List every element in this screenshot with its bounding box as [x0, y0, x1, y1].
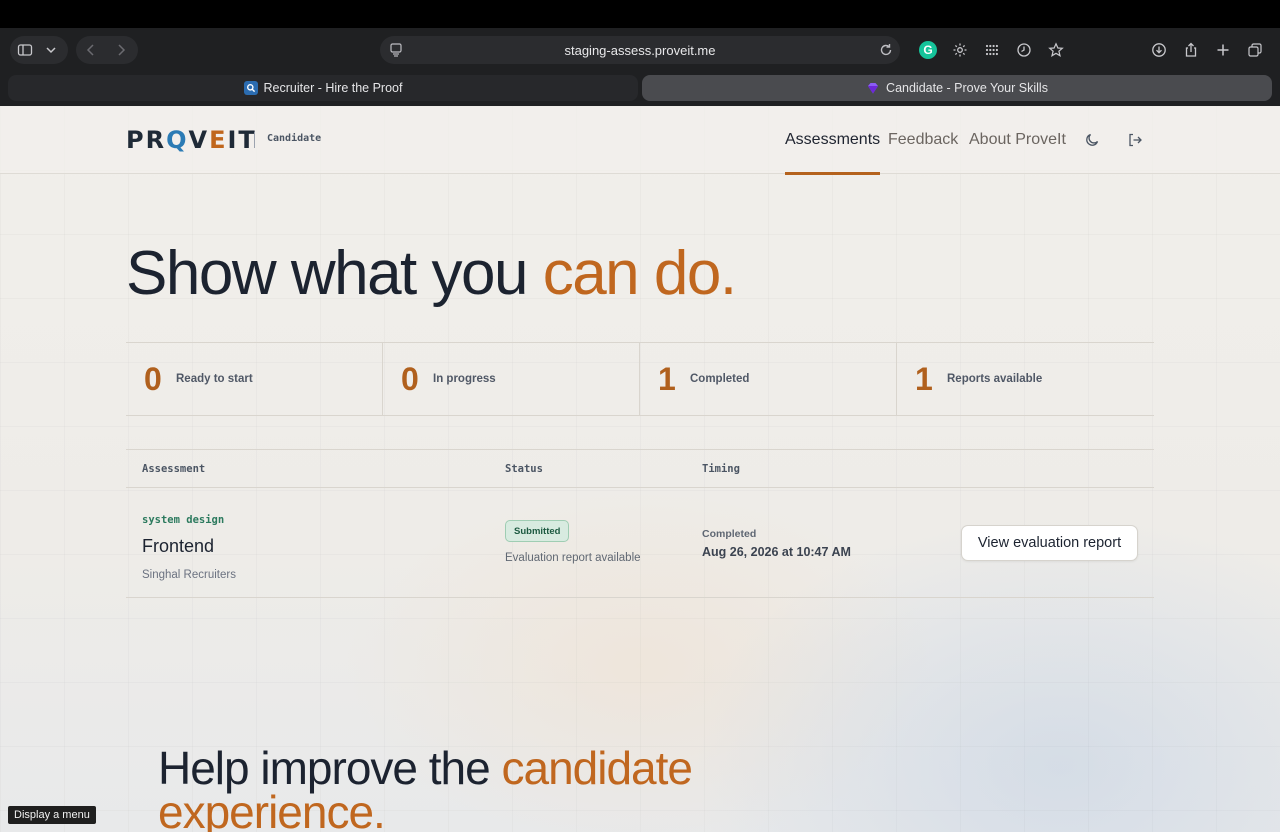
magnifier-badge-icon [243, 81, 258, 95]
feedback-heading-accent: candidate [501, 742, 693, 794]
extensions-group: G [912, 36, 1072, 64]
logo-magnifier-letter: Q [166, 126, 189, 154]
logo-divider [254, 132, 255, 148]
tab-recruiter[interactable]: Recruiter - Hire the Proof [8, 75, 638, 101]
timing-label: Completed [702, 528, 757, 540]
chevron-down-icon[interactable] [40, 36, 62, 64]
status-badge: Submitted [505, 520, 570, 542]
proveit-logo[interactable]: PR Q V E IT [126, 126, 257, 154]
assessment-company: Singhal Recruiters [142, 569, 236, 581]
reload-icon[interactable] [878, 42, 894, 58]
history-nav-group [76, 36, 138, 64]
share-icon[interactable] [1175, 36, 1207, 64]
system-menu-bar [0, 0, 1280, 28]
timing-value: Aug 26, 2026 at 10:47 AM [702, 545, 851, 559]
page-menu-icon[interactable] [388, 42, 404, 58]
bookmark-star-icon[interactable] [1040, 36, 1072, 64]
hero-accent: can do. [542, 239, 737, 308]
nav-label: About ProveIt [969, 131, 1066, 148]
site-header: PR Q V E IT Candidate Assessments Feedback A… [0, 106, 1280, 175]
feedback-heading: Help improve the candidate experience. [158, 745, 693, 832]
stats-bar: 0 Ready to start 0 In progress 1 Complet… [126, 342, 1154, 416]
tab-candidate[interactable]: Candidate - Prove Your Skills [642, 75, 1272, 101]
moon-icon[interactable] [1084, 132, 1100, 148]
nav-about[interactable]: About ProveIt [969, 106, 1066, 174]
stat-value: 1 [658, 360, 676, 397]
grammarly-icon[interactable]: G [912, 36, 944, 64]
new-tab-icon[interactable] [1207, 36, 1239, 64]
gem-icon [866, 81, 880, 95]
hero-text: Show what you [126, 239, 543, 308]
nav-assessments[interactable]: Assessments [785, 106, 881, 175]
tab-title: Candidate - Prove Your Skills [886, 81, 1048, 95]
active-nav-indicator [785, 172, 881, 175]
logo-text-part: V [188, 126, 210, 154]
gear-icon[interactable] [944, 36, 976, 64]
stat-value: 1 [915, 360, 933, 397]
column-header-assessment: Assessment [142, 463, 206, 475]
tab-title: Recruiter - Hire the Proof [263, 81, 403, 95]
feedback-heading-accent: experience. [158, 786, 386, 832]
tab-overview-icon[interactable] [1239, 36, 1271, 64]
page-content: PR Q V E IT Candidate Assessments Feedback A… [0, 106, 1280, 832]
stat-completed: 1 Completed [640, 343, 897, 415]
assessments-table: Assessment Status Timing system design F… [126, 449, 1154, 598]
stat-ready: 0 Ready to start [126, 343, 383, 415]
logo-text-part: IT [227, 126, 257, 154]
column-header-timing: Timing [702, 463, 740, 475]
nav-label: Assessments [785, 131, 881, 148]
stat-in-progress: 0 In progress [383, 343, 640, 415]
downloads-icon[interactable] [1143, 36, 1175, 64]
browser-toolbar: staging-assess.proveit.me G [0, 28, 1280, 72]
role-label: Candidate [267, 133, 322, 144]
logout-icon[interactable] [1127, 132, 1143, 148]
assessment-category: system design [142, 514, 225, 526]
history-clock-icon[interactable] [1008, 36, 1040, 64]
sidebar-toggle-group[interactable] [10, 36, 68, 64]
stat-label: Completed [690, 373, 750, 385]
tab-bar: Recruiter - Hire the Proof Candidate - P… [0, 72, 1280, 106]
address-bar[interactable]: staging-assess.proveit.me [380, 36, 900, 64]
view-evaluation-report-button[interactable]: View evaluation report [961, 525, 1138, 561]
logo-accent-letter: E [209, 126, 228, 154]
table-header: Assessment Status Timing [126, 450, 1154, 488]
status-note: Evaluation report available [505, 552, 641, 564]
browser-actions-group [1143, 36, 1271, 64]
forward-icon[interactable] [106, 36, 136, 64]
column-header-status: Status [505, 463, 543, 475]
back-icon[interactable] [76, 36, 106, 64]
stat-value: 0 [401, 360, 419, 397]
stat-label: Reports available [947, 373, 1043, 385]
nav-label: Feedback [888, 131, 959, 148]
hero-heading: Show what you can do. [126, 238, 737, 309]
stat-label: In progress [433, 373, 496, 385]
tooltip: Display a menu [8, 806, 96, 824]
assessment-title: Frontend [142, 536, 215, 556]
stat-value: 0 [144, 360, 162, 397]
stat-label: Ready to start [176, 373, 253, 385]
nav-feedback[interactable]: Feedback [888, 106, 958, 174]
logo-text-part: PR [126, 126, 167, 154]
url-text[interactable]: staging-assess.proveit.me [564, 43, 715, 58]
stat-reports: 1 Reports available [897, 343, 1154, 415]
sidebar-icon[interactable] [10, 36, 40, 64]
apps-grid-icon[interactable] [976, 36, 1008, 64]
